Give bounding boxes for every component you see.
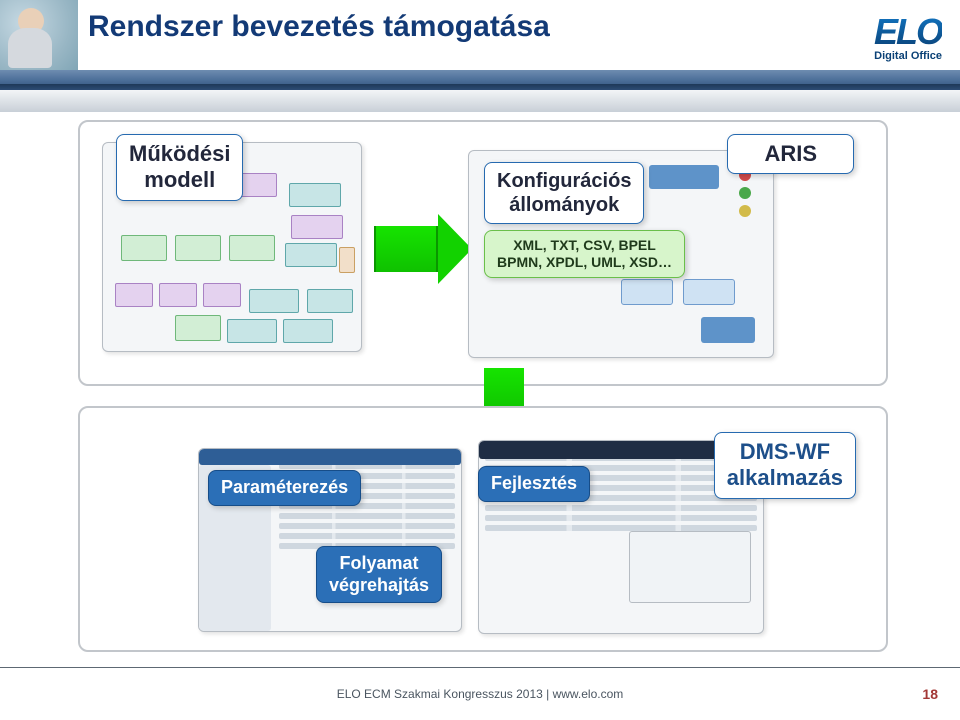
logo-subtext: Digital Office xyxy=(874,50,942,62)
label-line2: végrehajtás xyxy=(329,575,429,597)
label-line1: DMS-WF xyxy=(727,439,843,465)
label-line2: BPMN, XPDL, UML, XSD… xyxy=(497,254,672,271)
label-aris: ARIS xyxy=(727,134,854,174)
arrow-right-icon xyxy=(374,226,438,272)
header-bluebar xyxy=(0,70,960,90)
label-fejlesztes: Fejlesztés xyxy=(478,466,590,502)
upper-frame: Működési modell ARIS Konfigurációs állom… xyxy=(78,120,888,386)
logo-text: ELO xyxy=(874,14,942,50)
label-formats: XML, TXT, CSV, BPEL BPMN, XPDL, UML, XSD… xyxy=(484,230,685,278)
label-dmswf: DMS-WF alkalmazás xyxy=(714,432,856,499)
brand-logo: ELO Digital Office xyxy=(874,14,942,50)
slide-title: Rendszer bevezetés támogatása xyxy=(88,10,550,44)
label-line2: állományok xyxy=(497,193,631,217)
header-silverbar xyxy=(0,90,960,112)
label-mukodesi-modell: Működési modell xyxy=(116,134,243,201)
label-line1: Konfigurációs xyxy=(497,169,631,193)
header-photo xyxy=(0,0,78,78)
label-line2: modell xyxy=(129,167,230,193)
label-line2: alkalmazás xyxy=(727,465,843,491)
label-parameterezes: Paraméterezés xyxy=(208,470,361,506)
page-number: 18 xyxy=(922,686,938,702)
label-konfig: Konfigurációs állományok xyxy=(484,162,644,224)
label-folyamat: Folyamat végrehajtás xyxy=(316,546,442,603)
slide-content: Működési modell ARIS Konfigurációs állom… xyxy=(0,112,960,668)
slide-footer: ELO ECM Szakmai Kongresszus 2013 | www.e… xyxy=(0,667,960,720)
footer-text: ELO ECM Szakmai Kongresszus 2013 | www.e… xyxy=(337,687,624,701)
label-line1: XML, TXT, CSV, BPEL xyxy=(497,237,672,254)
slide-header: Rendszer bevezetés támogatása ELO Digita… xyxy=(0,0,960,112)
lower-frame: Paraméterezés Fejlesztés Folyamat végreh… xyxy=(78,406,888,652)
label-line1: Működési xyxy=(129,141,230,167)
label-line1: Folyamat xyxy=(329,553,429,575)
